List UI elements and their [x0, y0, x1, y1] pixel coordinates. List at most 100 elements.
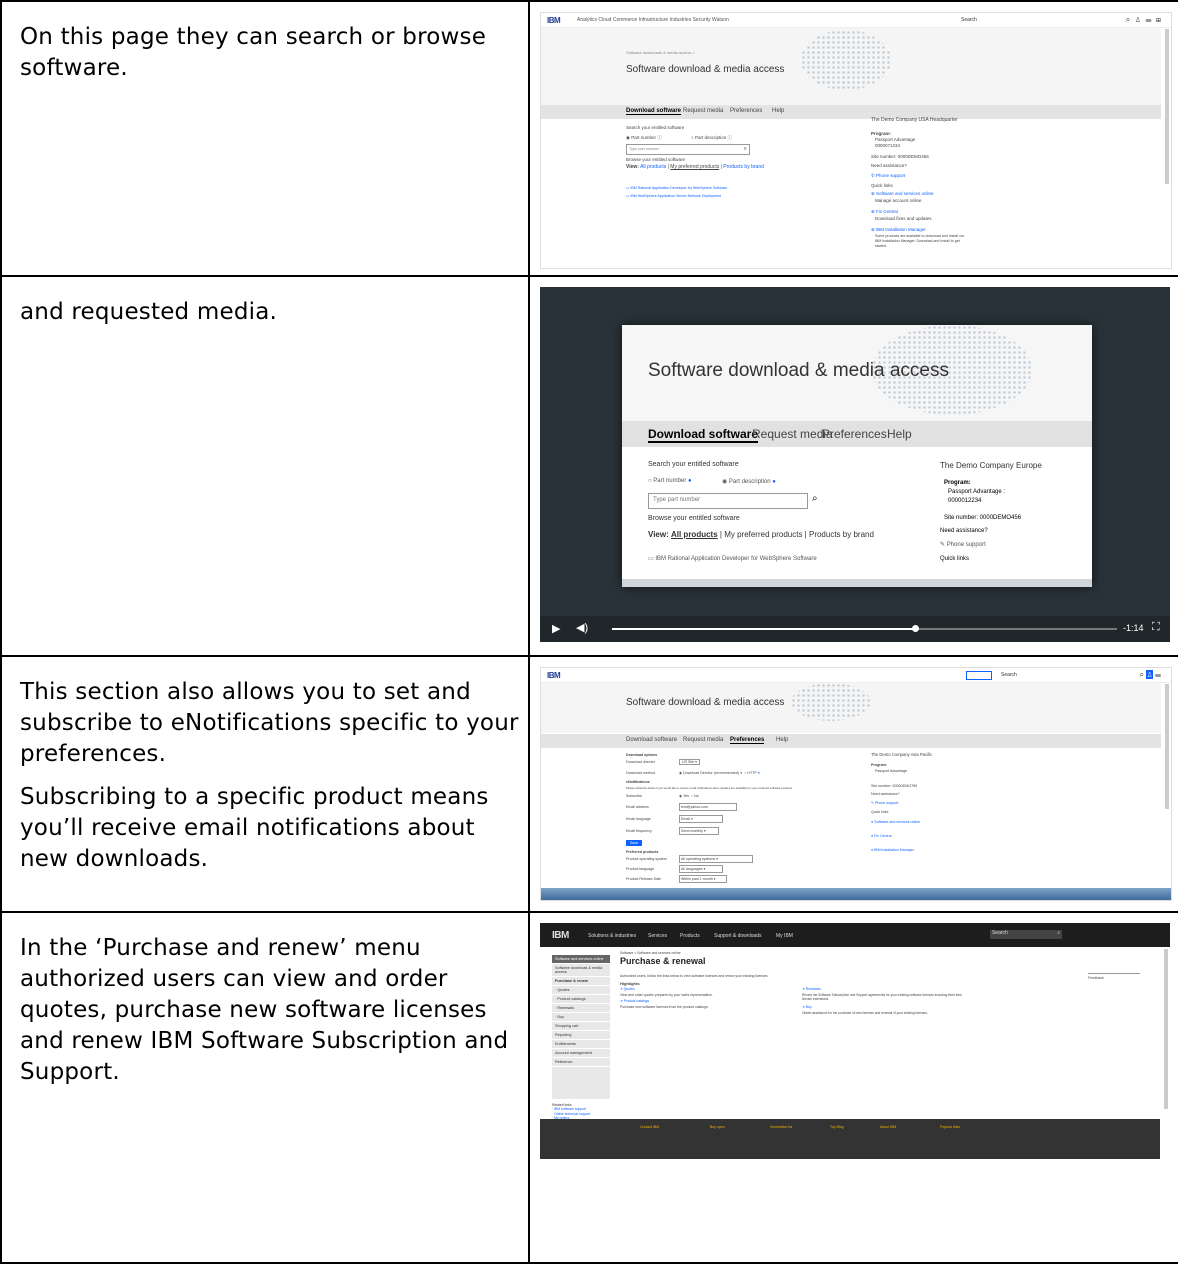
- product-item-2[interactable]: ▭ IBM WebSphere Application Server Netwo…: [626, 194, 721, 198]
- email-language-select[interactable]: Email ▾: [679, 815, 723, 823]
- sidenav-item-6[interactable]: · Buy: [552, 1013, 610, 1022]
- release-date-select[interactable]: Within past 1 month ▾: [679, 875, 727, 883]
- nav-products[interactable]: Products: [680, 933, 700, 939]
- pref-scrollbar[interactable]: [1165, 684, 1169, 809]
- pref-tab-preferences[interactable]: Preferences: [730, 737, 765, 744]
- footer-col-2[interactable]: Information for: [770, 1125, 793, 1129]
- purchase-sidenav: Software and services online Software do…: [552, 955, 610, 1099]
- play-icon[interactable]: ▶: [552, 622, 560, 635]
- purchase-search-input[interactable]: Search ⌕: [990, 930, 1062, 939]
- phone-support-link[interactable]: ✆ Phone support: [871, 173, 905, 179]
- sidenav-item-11[interactable]: Reference: [552, 1058, 610, 1067]
- footer-col-1[interactable]: Buy open: [710, 1125, 725, 1129]
- catalogs-link[interactable]: ➜ Product catalogs: [620, 999, 649, 1003]
- software-services-desc: Manage account online: [875, 198, 922, 203]
- purchase-scrollbar[interactable]: [1164, 949, 1168, 1109]
- pref-search-link[interactable]: Search: [1001, 672, 1017, 678]
- email-address-input[interactable]: test@yahoo.com: [679, 803, 737, 811]
- sidenav-item-10[interactable]: Account management: [552, 1049, 610, 1058]
- pref-ql3[interactable]: ● IBM Installation Manager: [871, 848, 914, 852]
- content-table: On this page they can search or browse s…: [0, 0, 1178, 1264]
- buy-link[interactable]: ➜ Buy: [802, 1005, 812, 1009]
- email-frequency-select[interactable]: Send monthly ▾: [679, 827, 719, 835]
- sidenav-item-5[interactable]: · Renewals: [552, 1004, 610, 1013]
- footer-col-3[interactable]: Top Blog: [830, 1125, 844, 1129]
- radio-part-description[interactable]: ○ Part description ⓘ: [691, 135, 732, 141]
- video-program-number: 0000012234: [948, 498, 982, 504]
- sidenav-item-8[interactable]: Reporting: [552, 1031, 610, 1040]
- nav-myibm[interactable]: My IBM: [776, 933, 793, 939]
- video-page-title: Software download & media access: [648, 360, 949, 381]
- all-products-link[interactable]: All products: [640, 164, 666, 170]
- pref-tab-help[interactable]: Help: [776, 737, 788, 743]
- hero-banner: Software downloads & media access > Soft…: [541, 28, 1161, 105]
- sidenav-item-2[interactable]: Purchase & renew: [552, 977, 610, 986]
- nav-services[interactable]: Services: [648, 933, 667, 939]
- tab-download-software[interactable]: Download software: [626, 108, 682, 115]
- save-button[interactable]: Save: [626, 840, 643, 846]
- nav-support[interactable]: Support & downloads: [714, 933, 762, 939]
- ibm-logo[interactable]: IBM: [547, 16, 561, 25]
- video-quick: Quick links: [940, 556, 970, 562]
- download-method-radio[interactable]: ◉ Download Director (recommended) ● ○ HT…: [679, 771, 760, 775]
- progress-handle[interactable]: [912, 625, 919, 632]
- footer-col-4[interactable]: About IBM: [880, 1125, 896, 1129]
- nav-solutions[interactable]: Solutions & industries: [588, 933, 636, 939]
- fullscreen-icon[interactable]: ⛶: [1152, 621, 1160, 634]
- row3-text-cell: This section also allows you to set and …: [0, 655, 530, 913]
- highlights-heading: Highlights: [620, 981, 640, 986]
- pref-tab-bar: Download software Request media Preferen…: [541, 734, 1161, 748]
- preferred-products-link[interactable]: My preferred products: [670, 164, 719, 170]
- page-title: Software download & media access: [626, 64, 785, 75]
- video-view-links: View: All products | My preferred produc…: [648, 530, 874, 539]
- breadcrumb[interactable]: Software downloads & media access >: [626, 50, 695, 55]
- search-link[interactable]: Search: [961, 17, 977, 23]
- footer-col-0[interactable]: Contact IBM: [640, 1125, 659, 1129]
- footer-col-5[interactable]: Popular links: [940, 1125, 960, 1129]
- sidenav-item-7[interactable]: Shopping cart: [552, 1022, 610, 1031]
- download-director-select[interactable]: US Site ▾: [679, 759, 700, 765]
- pref-ql2[interactable]: ● Fix Central: [871, 834, 892, 838]
- video-program-label: Program:: [944, 480, 971, 486]
- feedback-heading[interactable]: Feedback: [1088, 973, 1140, 980]
- scrollbar[interactable]: [1165, 29, 1169, 184]
- quotes-link[interactable]: ➜ Quotes: [620, 987, 635, 991]
- renewals-link[interactable]: ➜ Renewals: [802, 987, 821, 991]
- tab-request-media[interactable]: Request media: [683, 108, 723, 114]
- sidenav-item-9[interactable]: Entitlements: [552, 1040, 610, 1049]
- progress-track[interactable]: [612, 625, 1117, 632]
- time-remaining: -1:14: [1123, 623, 1144, 633]
- tab-preferences[interactable]: Preferences: [730, 108, 762, 114]
- pref-tab-download[interactable]: Download software: [626, 737, 677, 743]
- sidenav-item-0[interactable]: Software and services online: [552, 955, 610, 964]
- email-frequency-label: Email frequency: [626, 829, 652, 833]
- installation-manager-link[interactable]: ⊕ IBM Installation Manager: [871, 227, 926, 233]
- purchase-ibm-logo[interactable]: IBM: [552, 930, 569, 941]
- sidenav-item-4[interactable]: · Product catalogs: [552, 995, 610, 1004]
- download-method-label: Download method: [626, 771, 655, 775]
- pref-tab-request[interactable]: Request media: [683, 737, 723, 743]
- video-company: The Demo Company Europe: [940, 461, 1042, 470]
- pref-ql1[interactable]: ● Software and services online: [871, 820, 920, 824]
- product-language-select[interactable]: All languages ▾: [679, 865, 723, 873]
- fix-central-link[interactable]: ⊕ Fix Central: [871, 209, 898, 215]
- volume-icon[interactable]: ◀): [576, 621, 588, 634]
- video-player[interactable]: Software download & media access Downloa…: [540, 287, 1170, 642]
- product-item-1[interactable]: ▭ IBM Rational Application Developer for…: [626, 186, 727, 190]
- sidenav-item-3[interactable]: · Quotes: [552, 986, 610, 995]
- radio-part-number[interactable]: ◉ Part number ⓘ: [626, 135, 662, 141]
- purchase-breadcrumb[interactable]: Software > Software and services online: [620, 951, 681, 955]
- software-services-link[interactable]: ⊕ Software and services online: [871, 191, 934, 197]
- nav-menu[interactable]: Analytics Cloud Commerce Infrastructure …: [577, 17, 729, 23]
- pref-search-box[interactable]: [966, 671, 992, 680]
- subscribe-radio[interactable]: ◉ Yes ○ No: [679, 794, 699, 798]
- pref-ibm-logo[interactable]: IBM: [547, 671, 561, 680]
- video-need-help: Need assistance?: [940, 528, 988, 534]
- products-by-brand-link[interactable]: Products by brand: [723, 164, 764, 170]
- part-number-input[interactable]: Type part number ⌕: [626, 144, 750, 155]
- tab-help[interactable]: Help: [772, 108, 784, 114]
- sidenav-item-1[interactable]: Software download & media access: [552, 964, 610, 977]
- row4-text-cell: In the ‘Purchase and renew’ menu authori…: [0, 911, 530, 1264]
- product-os-select[interactable]: All operating systems ▾: [679, 855, 753, 863]
- pref-phone-link[interactable]: ✎ Phone support: [871, 801, 898, 805]
